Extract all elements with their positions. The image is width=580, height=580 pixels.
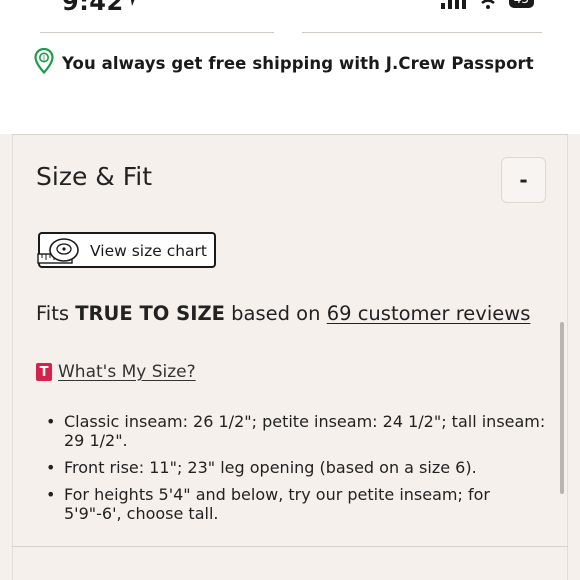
clock: 9:42: [62, 0, 124, 16]
fit-middle: based on: [231, 302, 321, 325]
view-size-chart-button[interactable]: View size chart: [37, 232, 216, 268]
section-divider-top: [12, 134, 568, 135]
wifi-icon: [477, 0, 499, 13]
tab-underline-right: [302, 32, 542, 33]
panel-border-left: [12, 134, 13, 580]
section-divider-bottom: [12, 546, 568, 547]
whats-my-size-label: What's My Size?: [58, 362, 196, 382]
whats-my-size-link[interactable]: T What's My Size?: [36, 362, 196, 382]
fit-details-list: Classic inseam: 26 1/2"; petite inseam: …: [46, 412, 546, 523]
tab-underline-left: [40, 32, 274, 33]
panel-border-right: [567, 134, 568, 580]
list-item: For heights 5'4" and below, try our peti…: [46, 485, 546, 523]
signal-icon: [440, 0, 467, 13]
shipping-text: You always get free shipping with J.Crew…: [62, 53, 534, 73]
t-badge-icon: T: [36, 363, 52, 381]
size-chart-label: View size chart: [90, 242, 207, 260]
collapse-button[interactable]: -: [501, 157, 546, 203]
shipping-panel: J You always get free shipping with J.Cr…: [0, 0, 580, 134]
fit-summary: Fits TRUE TO SIZE based on 69 customer r…: [36, 302, 530, 325]
list-item: Classic inseam: 26 1/2"; petite inseam: …: [46, 412, 546, 450]
map-pin-icon: J: [34, 47, 54, 78]
battery-indicator: 45: [508, 0, 534, 8]
measuring-tape-icon: [36, 236, 82, 272]
fit-rating: TRUE TO SIZE: [75, 302, 225, 325]
list-item: Front rise: 11"; 23" leg opening (based …: [46, 458, 546, 477]
svg-text:J: J: [42, 54, 45, 62]
status-icons: 45: [440, 0, 534, 13]
scrollbar[interactable]: [560, 322, 564, 494]
location-arrow-icon: [124, 0, 138, 11]
status-bar: 9:42 45: [0, 0, 580, 16]
free-shipping-banner: J You always get free shipping with J.Cr…: [34, 47, 534, 78]
fit-prefix: Fits: [36, 302, 70, 325]
section-title: Size & Fit: [36, 162, 153, 191]
customer-reviews-link[interactable]: 69 customer reviews: [327, 302, 531, 325]
